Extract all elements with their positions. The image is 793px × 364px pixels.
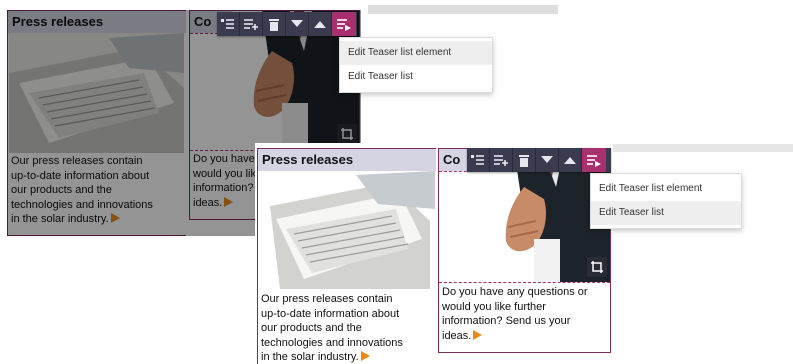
list-add-icon xyxy=(244,19,258,30)
list-icon xyxy=(471,155,484,165)
text-line: would you like further xyxy=(442,300,546,313)
text-line: ideas. xyxy=(442,329,472,342)
edit-list-icon xyxy=(587,154,601,167)
trash-button[interactable] xyxy=(263,12,286,36)
edit-list-button[interactable] xyxy=(582,148,606,172)
list-add-button[interactable] xyxy=(490,148,513,172)
crop-button[interactable] xyxy=(587,257,607,277)
crop-icon xyxy=(591,261,603,273)
trash-button[interactable] xyxy=(513,148,536,172)
edit-list-button[interactable] xyxy=(332,12,356,36)
teaser-text: Our press releases contain up-to-date in… xyxy=(261,292,433,364)
edit-toolbar xyxy=(217,12,357,36)
list-button[interactable] xyxy=(217,12,240,36)
chevron-down-icon xyxy=(291,20,303,27)
move-up-button[interactable] xyxy=(309,12,332,36)
teaser-contact[interactable]: Co Do you have any questions or would yo… xyxy=(438,148,611,353)
chevron-up-icon xyxy=(564,157,576,164)
move-down-button[interactable] xyxy=(286,12,309,36)
move-up-button[interactable] xyxy=(559,148,582,172)
text-line: information? Send us your xyxy=(442,315,571,327)
teaser-text: Do you have any questions or would you l… xyxy=(442,285,607,343)
text-line: our products and the xyxy=(261,322,362,334)
list-button[interactable] xyxy=(467,148,490,172)
list-add-icon xyxy=(494,155,508,166)
teaser-press-releases[interactable]: Press releases Our press releases contai… xyxy=(257,148,436,364)
menu-item-edit-teaser-list-element[interactable]: Edit Teaser list element xyxy=(591,177,741,201)
edit-list-icon xyxy=(337,18,351,31)
context-menu: Edit Teaser list element Edit Teaser lis… xyxy=(590,173,742,229)
edit-toolbar xyxy=(467,148,611,172)
chevron-up-icon xyxy=(314,21,326,28)
text-line: Our press releases contain xyxy=(261,293,393,305)
trash-icon xyxy=(269,18,279,31)
text-line: in the solar industry. xyxy=(261,351,359,363)
menu-item-edit-teaser-list[interactable]: Edit Teaser list xyxy=(340,65,492,89)
top-strip xyxy=(613,144,793,152)
text-line: Do you have any questions or xyxy=(442,286,588,298)
list-add-button[interactable] xyxy=(240,12,263,36)
list-icon xyxy=(221,19,234,29)
move-down-button[interactable] xyxy=(536,148,559,172)
trash-icon xyxy=(519,154,529,167)
play-icon[interactable] xyxy=(360,351,370,361)
play-icon[interactable] xyxy=(473,329,483,340)
chevron-down-icon xyxy=(541,156,553,163)
top-strip xyxy=(368,5,558,14)
menu-item-edit-teaser-list[interactable]: Edit Teaser list xyxy=(591,201,741,225)
teaser-title: Press releases xyxy=(258,149,436,171)
front-screenshot: Press releases Our press releases contai… xyxy=(255,143,793,364)
text-line: up-to-date information about xyxy=(261,307,400,320)
menu-item-edit-teaser-list-element[interactable]: Edit Teaser list element xyxy=(340,41,492,65)
text-line-last: ideas. xyxy=(442,329,607,344)
newspaper-image xyxy=(260,171,435,289)
text-line: technologies and innovations xyxy=(261,336,403,349)
text-line-last: in the solar industry. xyxy=(261,350,433,364)
context-menu: Edit Teaser list element Edit Teaser lis… xyxy=(339,37,493,93)
